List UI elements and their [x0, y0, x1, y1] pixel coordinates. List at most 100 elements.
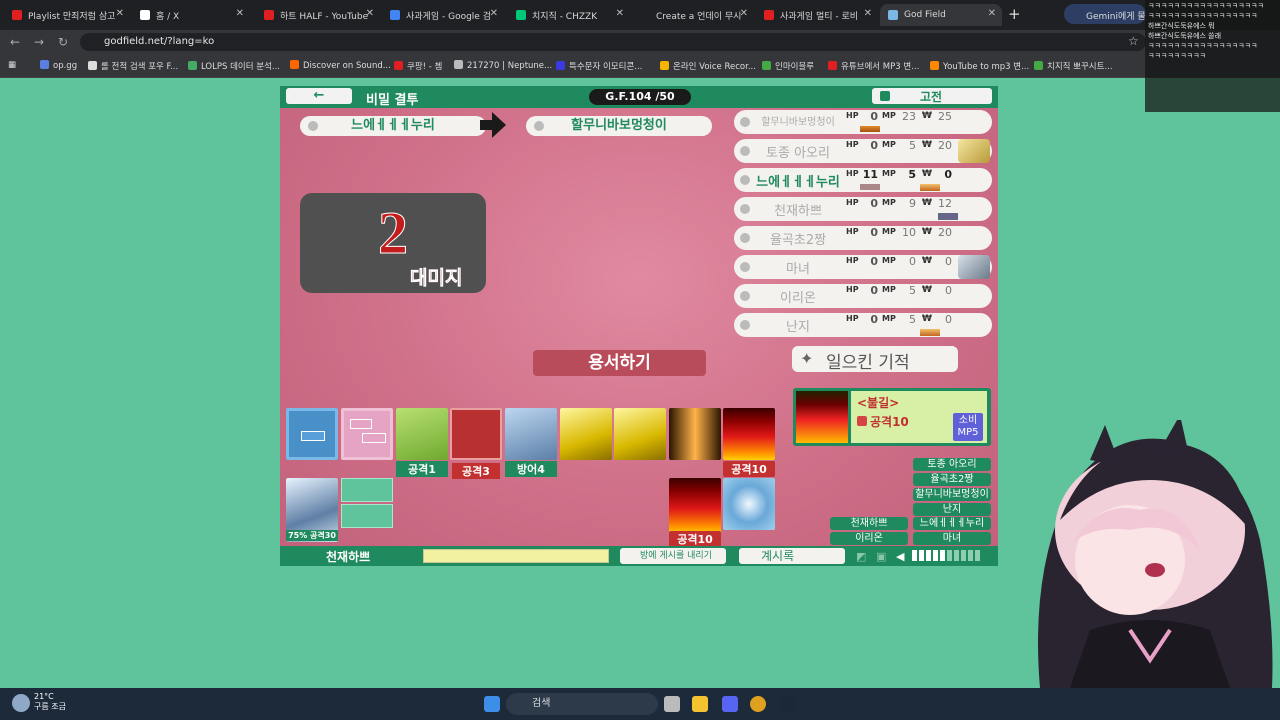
- volume-slider[interactable]: [912, 550, 992, 562]
- tab-label: Create a 언데이 무시: [656, 11, 742, 22]
- lock-icon[interactable]: ▣: [876, 550, 886, 563]
- apple-icon: [764, 10, 774, 20]
- tab-label: 사과게임 - Google 검: [406, 11, 491, 22]
- player-row[interactable]: 마녀 HP 0 MP 0 ₩0: [734, 255, 992, 279]
- bookmark-3[interactable]: Discover on Sound...: [290, 60, 391, 71]
- task-view-icon[interactable]: [664, 696, 680, 712]
- player-row[interactable]: 토종 아오리 HP 0 MP 5 ₩20: [734, 139, 992, 163]
- close-icon[interactable]: ✕: [864, 8, 872, 19]
- player-row[interactable]: 이리온 HP 0 MP 5 ₩0: [734, 284, 992, 308]
- target-button[interactable]: 난지: [913, 503, 991, 516]
- bookmark-10[interactable]: YouTube to mp3 변...: [930, 60, 1029, 72]
- forgive-button[interactable]: 용서하기: [533, 350, 706, 376]
- weather-widget[interactable]: 21°C 구름 조금: [34, 692, 66, 712]
- start-icon[interactable]: [484, 696, 500, 712]
- url-input[interactable]: godfield.net/?lang=ko: [80, 33, 1146, 51]
- bookmark-9[interactable]: 유튜브에서 MP3 변...: [828, 60, 919, 72]
- hand-card-attack3[interactable]: 공격3: [450, 408, 502, 479]
- hand-card-gold-2[interactable]: [614, 408, 666, 460]
- bookmark-5[interactable]: 217270 | Neptune...: [454, 60, 552, 71]
- hand-card-gold-1[interactable]: [560, 408, 612, 460]
- bookmark-2[interactable]: LOLPS 데이터 분석...: [188, 60, 280, 72]
- card-name: <불길>: [857, 396, 900, 410]
- target-button[interactable]: 이리온: [830, 532, 908, 545]
- tab-3[interactable]: 사과게임 - Google 검 ✕: [382, 4, 504, 26]
- attack-icon: [857, 416, 867, 426]
- classic-button[interactable]: 고전: [872, 88, 992, 104]
- log-button[interactable]: 계시록: [739, 548, 845, 564]
- close-icon[interactable]: ✕: [366, 8, 374, 19]
- bookmark-0[interactable]: op.gg: [40, 60, 77, 71]
- dragon-icon: [958, 139, 990, 163]
- target-button[interactable]: 토종 아오리: [913, 458, 991, 471]
- close-icon[interactable]: ✕: [616, 8, 624, 19]
- taskbar-search[interactable]: 검색: [506, 693, 658, 715]
- target-button[interactable]: 할무니바보멍청이: [913, 488, 991, 501]
- close-icon[interactable]: ✕: [236, 8, 244, 19]
- hand-card-potion[interactable]: [669, 408, 721, 460]
- tab-0[interactable]: Playlist 만죄저럼 삼고 ✕: [4, 4, 130, 26]
- close-icon[interactable]: ✕: [490, 8, 498, 19]
- chrome-icon[interactable]: [750, 696, 766, 712]
- close-icon[interactable]: ✕: [116, 8, 124, 19]
- tab-4[interactable]: 치지직 - CHZZK ✕: [508, 4, 630, 26]
- hand-card-fire-2[interactable]: 공격10: [669, 478, 721, 547]
- target-button[interactable]: 천재하쁘: [830, 517, 908, 530]
- hand-card-fire[interactable]: 공격10: [723, 408, 775, 477]
- close-icon[interactable]: ✕: [988, 8, 996, 19]
- hand-card-tornado[interactable]: [723, 478, 775, 530]
- reload-icon[interactable]: ↻: [58, 35, 68, 49]
- tab-7-active[interactable]: God Field ✕: [880, 4, 1002, 26]
- miracle-button[interactable]: ✦ 일으킨 기적: [792, 346, 958, 373]
- player-row[interactable]: 천재하쁘 HP 0 MP 9 ₩12: [734, 197, 992, 221]
- bookmark-4[interactable]: 쿠팡! - 쳄: [394, 60, 442, 72]
- hand-card-swap[interactable]: [341, 408, 393, 460]
- bookmark-8[interactable]: 인마이블루: [762, 60, 814, 72]
- player-row[interactable]: 난지 HP 0 MP 5 ₩0: [734, 313, 992, 337]
- tab-5[interactable]: Create a 언데이 무시 ✕: [632, 4, 754, 26]
- stream-chat-overlay: ㅋㅋㅋㅋㅋㅋㅋㅋㅋㅋㅋㅋㅋㅋㅋㅋㅋㅋ ㅋㅋㅋㅋㅋㅋㅋㅋㅋㅋㅋㅋㅋㅋㅋㅋㅋ 하쁘간…: [1145, 0, 1280, 112]
- share-icon[interactable]: ◩: [856, 550, 866, 563]
- player-row[interactable]: 할무니바보멍청이 HP 0 MP 23 ₩25: [734, 110, 992, 134]
- hand-card-attack1[interactable]: 공격1: [396, 408, 448, 477]
- card-mini-icon: [860, 184, 880, 190]
- speaker-icon[interactable]: ◀: [896, 550, 904, 563]
- target-button[interactable]: 율곡초2짱: [913, 473, 991, 486]
- new-tab-button[interactable]: +: [1008, 5, 1021, 23]
- discord-icon[interactable]: [722, 696, 738, 712]
- target-name: 할무니바보멍청이: [571, 118, 667, 133]
- post-button[interactable]: 방에 게시를 내리기: [620, 548, 726, 564]
- hand-card-defense4[interactable]: 방어4: [505, 408, 557, 477]
- tab-6[interactable]: 사과게임 멀티 - 로비 ✕: [756, 4, 878, 26]
- back-icon[interactable]: ←: [10, 35, 20, 49]
- game-back-button[interactable]: ←: [286, 88, 352, 104]
- tab-2[interactable]: 하트 HALF - YouTube ✕: [256, 4, 380, 26]
- bookmark-6[interactable]: 특수문자 이모티콘...: [556, 60, 642, 72]
- chat-line: ㅋㅋㅋㅋㅋㅋㅋㅋㅋㅋㅋㅋㅋㅋㅋㅋㅋ: [1148, 42, 1258, 50]
- bookmark-1[interactable]: 롤 전적 검색 포우 F...: [88, 60, 178, 72]
- forward-icon[interactable]: →: [34, 35, 44, 49]
- card-info-box: <불길> 공격10 소비 MP5: [851, 391, 987, 443]
- hand-card-wind[interactable]: 75% 공격30: [286, 478, 338, 542]
- bookmark-7[interactable]: 온라인 Voice Recor...: [660, 60, 756, 72]
- bookmark-11[interactable]: 치지직 뽀꾸시트...: [1034, 60, 1113, 72]
- card-info-panel: <불길> 공격10 소비 MP5: [793, 388, 991, 446]
- tab-1[interactable]: 홈 / X ✕: [132, 4, 250, 26]
- star-icon[interactable]: ☆: [1128, 34, 1139, 48]
- apps-icon[interactable]: ▦: [8, 60, 16, 70]
- tab-label: 치지직 - CHZZK: [532, 11, 598, 22]
- folder-icon[interactable]: [692, 696, 708, 712]
- steam-icon[interactable]: [780, 696, 796, 712]
- chat-line: ㅋㅋㅋㅋㅋㅋㅋㅋㅋㅋㅋㅋㅋㅋㅋㅋㅋㅋ: [1148, 2, 1264, 10]
- target-button[interactable]: 느에ㅔㅔㅔ누리: [913, 517, 991, 530]
- close-icon[interactable]: ✕: [740, 8, 748, 19]
- card-mini-icon: [860, 126, 880, 132]
- player-row[interactable]: 율곡초2짱 HP 0 MP 10 ₩20: [734, 226, 992, 250]
- player-row-self[interactable]: 느에ㅔㅔㅔ누리 HP 11 MP 5 ₩0: [734, 168, 992, 192]
- gemini-button[interactable]: Gemini에게 물어: [1064, 4, 1146, 24]
- chat-input[interactable]: [423, 549, 609, 563]
- tab-label: 사과게임 멀티 - 로비: [780, 11, 859, 22]
- target-button[interactable]: 마녀: [913, 532, 991, 545]
- hand-card-blank[interactable]: [286, 408, 338, 460]
- card-cost: 소비 MP5: [953, 413, 983, 441]
